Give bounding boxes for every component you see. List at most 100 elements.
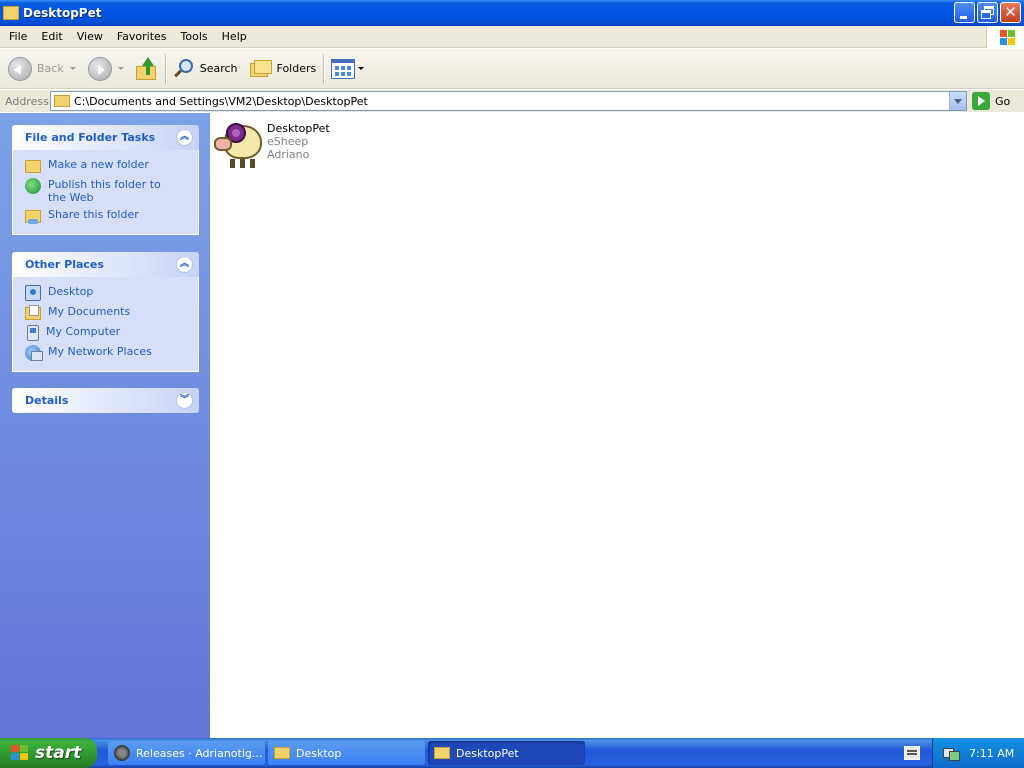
task-publish-folder[interactable]: Publish this folder to the Web — [25, 178, 198, 204]
menu-bar: File Edit View Favorites Tools Help — [0, 26, 1024, 48]
folders-icon — [249, 59, 272, 79]
collapse-chevron-icon[interactable]: ︽ — [176, 256, 193, 273]
close-button[interactable]: ✕ — [1000, 2, 1021, 23]
panel-body: Make a new folder Publish this folder to… — [12, 150, 199, 235]
minimize-button[interactable] — [954, 2, 975, 23]
my-documents-icon — [25, 305, 41, 320]
clock[interactable]: 7:11 AM — [969, 747, 1014, 760]
file-view[interactable]: DesktopPet eSheep Adriano — [210, 113, 1024, 738]
menu-view[interactable]: View — [70, 30, 110, 43]
place-my-documents[interactable]: My Documents — [25, 305, 198, 321]
task-share-folder[interactable]: Share this folder — [25, 208, 198, 224]
forward-button[interactable] — [84, 52, 128, 86]
go-label: Go — [995, 94, 1011, 108]
folder-icon — [3, 6, 19, 20]
publish-web-icon — [25, 178, 41, 194]
taskbar-button-label: Releases · Adrianotig... — [136, 746, 263, 760]
place-desktop[interactable]: Desktop — [25, 285, 198, 301]
address-input[interactable]: C:\Documents and Settings\VM2\Desktop\De… — [50, 91, 967, 111]
taskbar-button-releases[interactable]: Releases · Adrianotig... — [108, 741, 265, 765]
back-dropdown-icon[interactable] — [69, 67, 76, 70]
desktop-icon — [25, 285, 41, 301]
other-places-panel: Other Places ︽ Desktop My Documents My C… — [12, 252, 199, 372]
task-make-new-folder[interactable]: Make a new folder — [25, 158, 198, 174]
panel-title: Other Places — [25, 258, 104, 271]
views-icon — [331, 58, 356, 79]
details-header[interactable]: Details ︾ — [12, 388, 199, 413]
go-arrow-icon — [972, 92, 990, 110]
new-folder-icon — [25, 160, 41, 173]
address-bar: Address C:\Documents and Settings\VM2\De… — [0, 90, 1024, 112]
restore-button[interactable] — [977, 2, 998, 23]
windows-logo-icon — [10, 744, 30, 762]
place-label[interactable]: My Documents — [48, 305, 130, 318]
menu-tools[interactable]: Tools — [174, 30, 215, 43]
folder-up-icon — [135, 56, 158, 81]
back-label: Back — [37, 62, 64, 75]
place-label[interactable]: My Computer — [46, 325, 120, 338]
other-places-header[interactable]: Other Places ︽ — [12, 252, 199, 277]
search-label: Search — [199, 62, 238, 75]
task-label[interactable]: Publish this folder to the Web — [48, 178, 173, 204]
folder-icon — [274, 747, 290, 759]
start-button[interactable]: start — [0, 738, 97, 768]
title-bar[interactable]: DesktopPet ✕ — [0, 0, 1024, 26]
folder-icon — [434, 747, 450, 759]
file-item[interactable]: DesktopPet eSheep Adriano — [214, 119, 330, 169]
network-connection-icon[interactable] — [943, 746, 960, 761]
folders-label: Folders — [276, 62, 317, 75]
task-pane: File and Folder Tasks ︽ Make a new folde… — [0, 113, 210, 738]
toolbar: Back Search Folders — [0, 49, 1024, 89]
up-button[interactable] — [132, 52, 162, 86]
folder-icon — [54, 95, 70, 107]
place-my-network-places[interactable]: My Network Places — [25, 345, 198, 361]
menu-edit[interactable]: Edit — [34, 30, 69, 43]
sheep-icon — [214, 119, 264, 169]
search-button[interactable]: Search — [169, 52, 242, 86]
taskbar: start Releases · Adrianotig... Desktop D… — [0, 738, 1024, 768]
file-folder-tasks-panel: File and Folder Tasks ︽ Make a new folde… — [12, 125, 199, 235]
task-label[interactable]: Make a new folder — [48, 158, 149, 171]
collapse-chevron-icon[interactable]: ︽ — [176, 129, 193, 146]
menu-file[interactable]: File — [0, 30, 34, 43]
keyboard-icon[interactable] — [904, 746, 920, 760]
expand-chevron-icon[interactable]: ︾ — [176, 392, 193, 409]
system-tray: 7:11 AM — [932, 738, 1024, 768]
toolbar-separator — [164, 53, 166, 84]
task-label[interactable]: Share this folder — [48, 208, 139, 221]
file-description: eSheep — [267, 135, 309, 148]
address-value[interactable]: C:\Documents and Settings\VM2\Desktop\De… — [74, 95, 368, 108]
details-panel: Details ︾ — [12, 388, 199, 413]
panel-title: File and Folder Tasks — [25, 131, 156, 144]
address-label: Address — [5, 94, 49, 108]
file-folder-tasks-header[interactable]: File and Folder Tasks ︽ — [12, 125, 199, 150]
menu-favorites[interactable]: Favorites — [110, 30, 174, 43]
window-title: DesktopPet — [23, 6, 102, 20]
menu-help[interactable]: Help — [215, 30, 254, 43]
views-dropdown-icon — [358, 67, 365, 70]
minimize-icon — [960, 16, 967, 19]
place-label[interactable]: My Network Places — [48, 345, 152, 358]
back-button[interactable]: Back — [4, 52, 80, 86]
share-folder-icon — [25, 210, 41, 224]
folders-button[interactable]: Folders — [246, 52, 321, 86]
forward-dropdown-icon[interactable] — [117, 67, 124, 70]
windows-logo-icon — [986, 26, 1024, 48]
taskbar-button-desktop[interactable]: Desktop — [268, 741, 425, 765]
network-places-icon — [25, 345, 43, 361]
forward-arrow-icon — [87, 56, 112, 81]
taskbar-button-label: DesktopPet — [456, 746, 519, 760]
views-button[interactable] — [327, 52, 368, 86]
taskbar-button-desktoppet[interactable]: DesktopPet — [428, 741, 585, 765]
go-button[interactable]: Go — [972, 91, 1010, 111]
address-dropdown-button[interactable] — [949, 92, 966, 110]
place-label[interactable]: Desktop — [48, 285, 93, 298]
taskbar-button-label: Desktop — [296, 746, 342, 760]
start-label: start — [35, 743, 82, 763]
toolbar-separator — [323, 53, 325, 84]
raccoon-icon — [114, 745, 130, 761]
file-name: DesktopPet — [267, 122, 330, 135]
close-icon: ✕ — [1004, 3, 1017, 21]
my-computer-icon — [27, 325, 39, 341]
place-my-computer[interactable]: My Computer — [25, 325, 198, 341]
